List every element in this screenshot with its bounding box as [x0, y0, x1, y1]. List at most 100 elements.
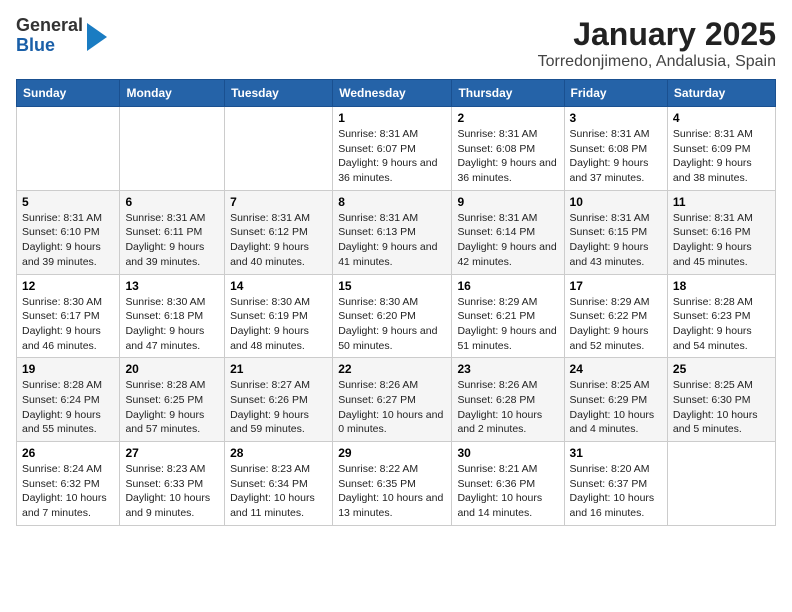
day-info: Sunrise: 8:31 AM Sunset: 6:08 PM Dayligh… — [457, 127, 558, 186]
header-friday: Friday — [564, 80, 667, 107]
day-info: Sunrise: 8:28 AM Sunset: 6:23 PM Dayligh… — [673, 295, 770, 354]
title-block: January 2025 Torredonjimeno, Andalusia, … — [538, 16, 776, 71]
day-number: 28 — [230, 446, 327, 460]
header-saturday: Saturday — [667, 80, 775, 107]
calendar-cell: 15 Sunrise: 8:30 AM Sunset: 6:20 PM Dayli… — [333, 274, 452, 358]
logo-general: General — [16, 16, 83, 36]
logo-text: General Blue — [16, 16, 83, 56]
calendar-cell: 20Sunrise: 8:28 AM Sunset: 6:25 PM Dayli… — [120, 358, 225, 442]
day-info: Sunrise: 8:29 AM Sunset: 6:22 PM Dayligh… — [570, 295, 662, 354]
calendar-table: SundayMondayTuesdayWednesdayThursdayFrid… — [16, 79, 776, 526]
calendar-cell: 25 Sunrise: 8:25 AM Sunset: 6:30 PM Dayli… — [667, 358, 775, 442]
calendar-cell: 1Sunrise: 8:31 AM Sunset: 6:07 PM Daylig… — [333, 107, 452, 191]
logo-arrow-icon — [87, 23, 107, 51]
calendar-cell — [225, 107, 333, 191]
calendar-cell: 5Sunrise: 8:31 AM Sunset: 6:10 PM Daylig… — [17, 190, 120, 274]
day-number: 10 — [570, 195, 662, 209]
day-info: Sunrise: 8:31 AM Sunset: 6:08 PM Dayligh… — [570, 127, 662, 186]
day-number: 27 — [125, 446, 219, 460]
calendar-cell: 24 Sunrise: 8:25 AM Sunset: 6:29 PM Dayli… — [564, 358, 667, 442]
week-row-3: 12 Sunrise: 8:30 AM Sunset: 6:17 PM Dayli… — [17, 274, 776, 358]
day-number: 15 — [338, 279, 446, 293]
day-number: 14 — [230, 279, 327, 293]
calendar-cell: 12 Sunrise: 8:30 AM Sunset: 6:17 PM Dayli… — [17, 274, 120, 358]
day-info: Sunrise: 8:22 AM Sunset: 6:35 PM Dayligh… — [338, 462, 446, 521]
calendar-cell: 27 Sunrise: 8:23 AM Sunset: 6:33 PM Dayli… — [120, 442, 225, 526]
page-header: General Blue January 2025 Torredonjimeno… — [16, 16, 776, 71]
header-sunday: Sunday — [17, 80, 120, 107]
calendar-header: SundayMondayTuesdayWednesdayThursdayFrid… — [17, 80, 776, 107]
calendar-cell: 9Sunrise: 8:31 AM Sunset: 6:14 PM Daylig… — [452, 190, 564, 274]
day-info: Sunrise: 8:20 AM Sunset: 6:37 PM Dayligh… — [570, 462, 662, 521]
day-info: Sunrise: 8:27 AM Sunset: 6:26 PM Dayligh… — [230, 378, 327, 437]
calendar-cell: 2 Sunrise: 8:31 AM Sunset: 6:08 PM Daylig… — [452, 107, 564, 191]
calendar-body: 1Sunrise: 8:31 AM Sunset: 6:07 PM Daylig… — [17, 107, 776, 526]
calendar-cell: 6Sunrise: 8:31 AM Sunset: 6:11 PM Daylig… — [120, 190, 225, 274]
day-number: 31 — [570, 446, 662, 460]
day-number: 17 — [570, 279, 662, 293]
calendar-cell: 11 Sunrise: 8:31 AM Sunset: 6:16 PM Dayli… — [667, 190, 775, 274]
day-number: 3 — [570, 111, 662, 125]
day-info: Sunrise: 8:30 AM Sunset: 6:20 PM Dayligh… — [338, 295, 446, 354]
calendar-cell: 17 Sunrise: 8:29 AM Sunset: 6:22 PM Dayli… — [564, 274, 667, 358]
day-info: Sunrise: 8:31 AM Sunset: 6:09 PM Dayligh… — [673, 127, 770, 186]
day-number: 6 — [125, 195, 219, 209]
calendar-cell: 31 Sunrise: 8:20 AM Sunset: 6:37 PM Dayli… — [564, 442, 667, 526]
day-info: Sunrise: 8:21 AM Sunset: 6:36 PM Dayligh… — [457, 462, 558, 521]
day-number: 16 — [457, 279, 558, 293]
day-info: Sunrise: 8:30 AM Sunset: 6:17 PM Dayligh… — [22, 295, 114, 354]
calendar-cell: 10 Sunrise: 8:31 AM Sunset: 6:15 PM Dayli… — [564, 190, 667, 274]
day-number: 2 — [457, 111, 558, 125]
calendar-cell: 8Sunrise: 8:31 AM Sunset: 6:13 PM Daylig… — [333, 190, 452, 274]
day-number: 8 — [338, 195, 446, 209]
day-number: 22 — [338, 362, 446, 376]
day-number: 23 — [457, 362, 558, 376]
calendar-cell: 30 Sunrise: 8:21 AM Sunset: 6:36 PM Dayli… — [452, 442, 564, 526]
day-number: 30 — [457, 446, 558, 460]
calendar-cell: 3 Sunrise: 8:31 AM Sunset: 6:08 PM Daylig… — [564, 107, 667, 191]
page-title: January 2025 — [538, 16, 776, 53]
day-number: 4 — [673, 111, 770, 125]
day-info: Sunrise: 8:25 AM Sunset: 6:30 PM Dayligh… — [673, 378, 770, 437]
day-number: 26 — [22, 446, 114, 460]
page-subtitle: Torredonjimeno, Andalusia, Spain — [538, 53, 776, 71]
day-info: Sunrise: 8:31 AM Sunset: 6:07 PM Dayligh… — [338, 127, 446, 186]
day-info: Sunrise: 8:31 AM Sunset: 6:16 PM Dayligh… — [673, 211, 770, 270]
header-monday: Monday — [120, 80, 225, 107]
header-wednesday: Wednesday — [333, 80, 452, 107]
day-info: Sunrise: 8:30 AM Sunset: 6:19 PM Dayligh… — [230, 295, 327, 354]
logo: General Blue — [16, 16, 107, 56]
calendar-cell: 18Sunrise: 8:28 AM Sunset: 6:23 PM Dayli… — [667, 274, 775, 358]
week-row-5: 26 Sunrise: 8:24 AM Sunset: 6:32 PM Dayli… — [17, 442, 776, 526]
calendar-cell: 4 Sunrise: 8:31 AM Sunset: 6:09 PM Daylig… — [667, 107, 775, 191]
day-number: 12 — [22, 279, 114, 293]
calendar-cell: 29 Sunrise: 8:22 AM Sunset: 6:35 PM Dayli… — [333, 442, 452, 526]
day-info: Sunrise: 8:23 AM Sunset: 6:34 PM Dayligh… — [230, 462, 327, 521]
week-row-2: 5Sunrise: 8:31 AM Sunset: 6:10 PM Daylig… — [17, 190, 776, 274]
day-info: Sunrise: 8:26 AM Sunset: 6:28 PM Dayligh… — [457, 378, 558, 437]
day-info: Sunrise: 8:25 AM Sunset: 6:29 PM Dayligh… — [570, 378, 662, 437]
calendar-cell: 22Sunrise: 8:26 AM Sunset: 6:27 PM Dayli… — [333, 358, 452, 442]
day-number: 5 — [22, 195, 114, 209]
day-number: 29 — [338, 446, 446, 460]
calendar-cell: 23 Sunrise: 8:26 AM Sunset: 6:28 PM Dayli… — [452, 358, 564, 442]
day-number: 11 — [673, 195, 770, 209]
day-number: 24 — [570, 362, 662, 376]
day-info: Sunrise: 8:31 AM Sunset: 6:12 PM Dayligh… — [230, 211, 327, 270]
day-info: Sunrise: 8:23 AM Sunset: 6:33 PM Dayligh… — [125, 462, 219, 521]
day-info: Sunrise: 8:29 AM Sunset: 6:21 PM Dayligh… — [457, 295, 558, 354]
day-info: Sunrise: 8:24 AM Sunset: 6:32 PM Dayligh… — [22, 462, 114, 521]
calendar-cell: 19Sunrise: 8:28 AM Sunset: 6:24 PM Dayli… — [17, 358, 120, 442]
day-info: Sunrise: 8:31 AM Sunset: 6:15 PM Dayligh… — [570, 211, 662, 270]
calendar-cell: 7Sunrise: 8:31 AM Sunset: 6:12 PM Daylig… — [225, 190, 333, 274]
header-thursday: Thursday — [452, 80, 564, 107]
day-number: 9 — [457, 195, 558, 209]
calendar-cell: 26 Sunrise: 8:24 AM Sunset: 6:32 PM Dayli… — [17, 442, 120, 526]
calendar-cell: 13 Sunrise: 8:30 AM Sunset: 6:18 PM Dayli… — [120, 274, 225, 358]
logo-blue: Blue — [16, 36, 83, 56]
calendar-cell — [667, 442, 775, 526]
calendar-cell: 28 Sunrise: 8:23 AM Sunset: 6:34 PM Dayli… — [225, 442, 333, 526]
day-info: Sunrise: 8:30 AM Sunset: 6:18 PM Dayligh… — [125, 295, 219, 354]
day-number: 13 — [125, 279, 219, 293]
day-number: 25 — [673, 362, 770, 376]
